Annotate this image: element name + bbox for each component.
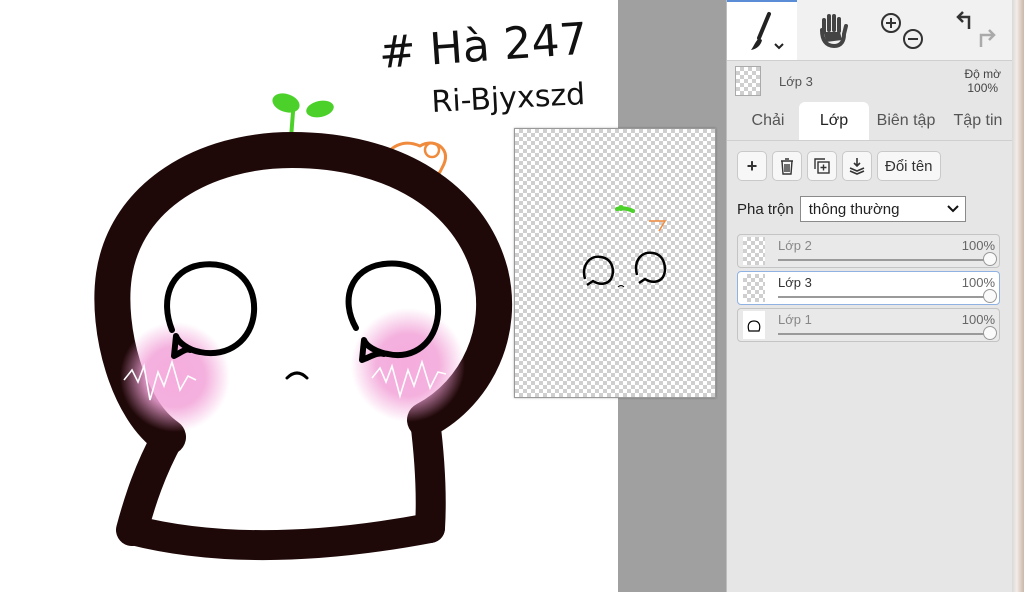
layer-opacity-slider[interactable] (778, 296, 987, 298)
merge-down-icon (849, 158, 865, 175)
undo-redo-button[interactable] (937, 2, 1013, 58)
mouth-drawing (285, 371, 309, 380)
opacity-label: Độ mờ (964, 67, 1001, 81)
tab-edit[interactable]: Biên tập (870, 102, 942, 140)
layer-name: Lớp 3 (778, 275, 812, 290)
current-layer-thumbnail (735, 66, 761, 96)
layer-row-3[interactable]: Lớp 3 100% (737, 271, 1000, 305)
sprout-drawing (272, 93, 334, 140)
opacity-value: 100% (967, 81, 999, 95)
layer-name: Lớp 1 (778, 312, 812, 327)
layer-opacity-slider-handle[interactable] (983, 326, 997, 340)
blend-mode-label: Pha trộn (737, 200, 794, 218)
tab-layer[interactable]: Lớp (799, 102, 869, 140)
layer-thumbnail (743, 237, 765, 265)
blend-mode-value: thông thường (808, 200, 900, 218)
undo-redo-icon (956, 11, 996, 47)
handwriting-signature: Ri-Bjyxszd (431, 77, 586, 120)
duplicate-layer-button[interactable] (807, 151, 837, 181)
zoom-in-out-icon (881, 13, 923, 49)
hand-icon (820, 14, 848, 49)
layer-opacity-slider-handle[interactable] (983, 289, 997, 303)
brush-icon (751, 12, 784, 50)
preview-artwork (582, 205, 667, 288)
layer-opacity-slider-handle[interactable] (983, 252, 997, 266)
current-layer-summary: Lớp 3 Độ mờ 100% (727, 60, 1013, 102)
layer-opacity: 100% (961, 275, 995, 290)
delete-layer-button[interactable] (772, 151, 802, 181)
layer-name: Lớp 2 (778, 238, 812, 253)
duplicate-icon (814, 158, 830, 174)
layer-opacity: 100% (961, 238, 995, 253)
blend-mode-row: Pha trộn thông thường (737, 196, 966, 222)
tool-bar (727, 0, 1013, 61)
brush-tool-button[interactable] (727, 0, 797, 60)
layer-row-2[interactable]: Lớp 2 100% (737, 234, 1000, 268)
layer-preview[interactable] (514, 128, 716, 398)
layer-thumbnail (743, 274, 765, 302)
layer-1-preview-icon (747, 320, 761, 332)
plus-icon: + (746, 155, 758, 176)
layer-opacity-slider[interactable] (778, 333, 987, 335)
layer-opacity: 100% (961, 312, 995, 327)
layer-row-1[interactable]: Lớp 1 100% (737, 308, 1000, 342)
current-layer-name: Lớp 3 (779, 74, 813, 89)
layer-opacity-slider[interactable] (778, 259, 987, 261)
panel-tabs: Chải Lớp Biên tập Tập tin (727, 102, 1013, 141)
handwriting-title: # Hà 247 (377, 14, 589, 79)
side-panel: Lớp 3 Độ mờ 100% Chải Lớp Biên tập Tập t… (726, 0, 1013, 592)
zoom-tool-button[interactable] (867, 2, 937, 58)
tab-brush[interactable]: Chải (733, 102, 803, 140)
tab-file[interactable]: Tập tin (945, 102, 1011, 140)
blend-mode-select[interactable]: thông thường (799, 196, 966, 222)
chevron-down-icon (947, 205, 959, 213)
layer-thumbnail (743, 311, 765, 339)
trash-icon (781, 158, 793, 175)
rename-layer-button[interactable]: Đổi tên (877, 151, 941, 181)
merge-down-button[interactable] (842, 151, 872, 181)
hand-tool-button[interactable] (797, 2, 867, 58)
window-edge (1012, 0, 1024, 592)
layer-action-buttons: + Đổi tên (737, 151, 941, 183)
add-layer-button[interactable]: + (737, 151, 767, 181)
current-layer-opacity: Độ mờ 100% (964, 67, 1001, 95)
